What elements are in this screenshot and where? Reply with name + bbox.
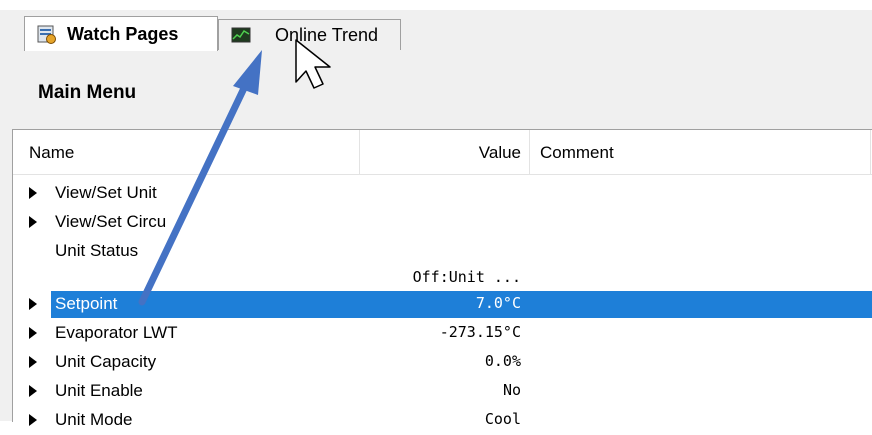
column-separator[interactable] bbox=[529, 130, 530, 174]
tab-online-trend[interactable]: Online Trend bbox=[218, 19, 401, 50]
grid-row-selected[interactable]: Setpoint 7.0°C bbox=[13, 290, 872, 319]
grid-row[interactable]: Off:Unit ... bbox=[13, 264, 872, 293]
expand-arrow-icon[interactable] bbox=[29, 187, 37, 199]
grid-row[interactable]: Unit Enable No bbox=[13, 377, 872, 406]
row-name: View/Set Circu bbox=[55, 212, 167, 231]
expand-arrow-icon[interactable] bbox=[29, 327, 37, 339]
column-header-value[interactable]: Value bbox=[479, 143, 521, 163]
watch-page-panel: Main Menu Name Value Comment View/Set Un… bbox=[0, 50, 872, 429]
column-header-name[interactable]: Name bbox=[29, 143, 74, 163]
window-top-edge bbox=[0, 0, 872, 10]
row-value: No bbox=[502, 381, 521, 399]
grid-header: Name Value Comment bbox=[13, 130, 872, 175]
row-name: Unit Status bbox=[55, 241, 139, 260]
column-separator[interactable] bbox=[359, 130, 360, 174]
expand-arrow-icon[interactable] bbox=[29, 216, 37, 228]
expand-arrow-icon[interactable] bbox=[29, 356, 37, 368]
trend-chart-icon bbox=[231, 25, 251, 45]
grid-row[interactable]: View/Set Circu bbox=[13, 208, 872, 237]
column-separator[interactable] bbox=[870, 130, 871, 174]
row-name: Setpoint bbox=[55, 294, 118, 313]
row-name: View/Set Unit bbox=[55, 183, 157, 202]
grid-row[interactable]: Unit Status bbox=[13, 237, 872, 266]
row-value: -273.15°C bbox=[439, 323, 521, 341]
row-value: Cool bbox=[484, 410, 521, 428]
watch-grid: Name Value Comment View/Set Unit View/Se… bbox=[12, 129, 872, 429]
tab-bar: Watch Pages Online Trend bbox=[0, 10, 872, 51]
row-name: Unit Mode bbox=[55, 410, 133, 429]
column-header-comment[interactable]: Comment bbox=[540, 143, 614, 163]
row-name: Evaporator LWT bbox=[55, 323, 178, 342]
expand-arrow-icon[interactable] bbox=[29, 385, 37, 397]
tab-watch-pages[interactable]: Watch Pages bbox=[24, 16, 218, 51]
row-value: Off:Unit ... bbox=[412, 268, 521, 286]
grid-row[interactable]: View/Set Unit bbox=[13, 179, 872, 208]
row-value: 7.0°C bbox=[475, 294, 521, 312]
grid-row[interactable]: Evaporator LWT -273.15°C bbox=[13, 319, 872, 348]
row-value: 0.0% bbox=[484, 352, 521, 370]
expand-arrow-icon[interactable] bbox=[29, 298, 37, 310]
watch-pages-icon bbox=[37, 24, 57, 44]
expand-arrow-icon[interactable] bbox=[29, 414, 37, 426]
page-title: Main Menu bbox=[38, 82, 137, 103]
row-name: Unit Capacity bbox=[55, 352, 157, 371]
grid-row[interactable]: Unit Capacity 0.0% bbox=[13, 348, 872, 377]
row-name: Unit Enable bbox=[55, 381, 143, 400]
selection-highlight bbox=[51, 291, 872, 318]
tab-label: Online Trend bbox=[275, 24, 379, 45]
tab-label: Watch Pages bbox=[67, 23, 179, 44]
